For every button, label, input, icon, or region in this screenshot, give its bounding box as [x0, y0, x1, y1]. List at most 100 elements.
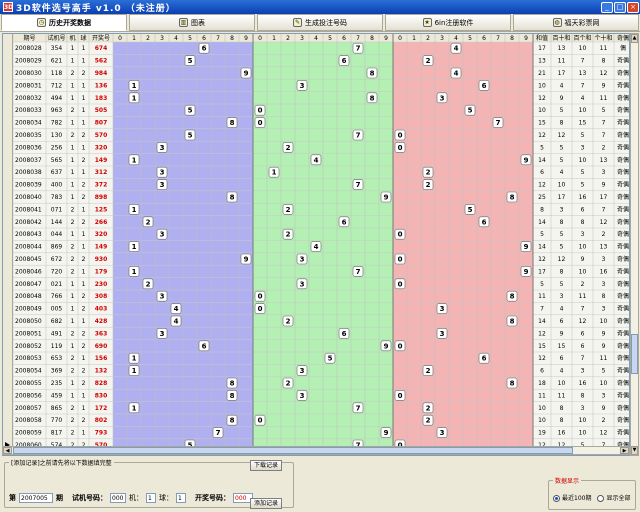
- history-grid: 期号 试机号机球开奖号 0 1 2 3 4 5 6 7 8 9 0 1 2 3 4 5 6 7 8 9 0 1 2 3 4 5 6 7 8 9…: [13, 34, 629, 452]
- toolbar: ◷ 历史开奖数据 ▥ 图表 ✎ 生成投注号码 ★ 6in注册软件 ◍ 福天彩票网: [0, 14, 640, 32]
- stat-cell: 奇偶: [617, 168, 629, 176]
- stat-cell: 奇偶: [617, 230, 629, 238]
- table-cell-m: 1: [71, 95, 75, 102]
- radio-recent-100[interactable]: 最近100期: [553, 493, 591, 502]
- table-cell-trial: 865: [51, 405, 63, 412]
- digit-header: 1: [132, 35, 136, 42]
- table-cell-num: 125: [95, 206, 108, 213]
- stat-cell: 3: [602, 256, 606, 263]
- table-cell-num: 830: [95, 392, 108, 399]
- close-button[interactable]: ×: [627, 1, 639, 13]
- stat-cell: 9: [602, 343, 606, 350]
- stat-cell: 奇偶: [617, 181, 629, 189]
- table-cell-trial: 235: [51, 380, 63, 387]
- issue-input[interactable]: [19, 493, 53, 503]
- draw-label: 开奖号码：: [195, 494, 230, 502]
- stat-cell: 3: [602, 306, 606, 313]
- stat-cell: 5: [602, 368, 606, 375]
- stat-cell: 6: [581, 206, 585, 213]
- digit-header: 8: [230, 35, 234, 42]
- table-cell-period: 2008048: [15, 293, 42, 300]
- tab-history[interactable]: ◷ 历史开奖数据: [1, 14, 127, 31]
- history-table[interactable]: 期号 试机号机球开奖号 0 1 2 3 4 5 6 7 8 9 0 1 2 3 4 5 6 7 8 9 0 1 2 3 4 5 6 7 8 9…: [2, 33, 630, 456]
- stat-cell: 12: [600, 70, 608, 77]
- column-header: 机: [69, 34, 75, 42]
- display-legend: 数据显示: [553, 476, 582, 485]
- radio-show-all[interactable]: 显示全部: [597, 493, 630, 502]
- table-cell-period: 2008041: [15, 206, 42, 213]
- stat-cell: 奇偶: [617, 69, 629, 77]
- stat-cell: 10: [538, 107, 546, 114]
- stat-cell: 奇偶: [617, 205, 629, 213]
- digit-ball-label: 2: [286, 318, 291, 326]
- digit-ball-label: 8: [370, 70, 375, 78]
- digit-ball-label: 7: [496, 119, 501, 127]
- digit-ball-label: 2: [426, 181, 431, 189]
- scroll-right-button[interactable]: ▶: [620, 447, 629, 454]
- stat-cell: 5: [581, 132, 585, 139]
- table-cell-num: 562: [95, 58, 108, 65]
- stat-cell: 5: [560, 144, 564, 151]
- horizontal-scroll-thumb[interactable]: [13, 447, 573, 454]
- table-cell-m: 2: [71, 355, 75, 362]
- stat-cell: 7: [602, 206, 606, 213]
- digit-header: 6: [482, 35, 486, 42]
- stat-cell: 14: [538, 157, 546, 164]
- column-header: 开奖号: [92, 34, 110, 42]
- digit-ball-label: 7: [356, 268, 361, 276]
- table-cell-trial: 672: [51, 256, 63, 263]
- vertical-scroll-thumb[interactable]: [631, 334, 638, 374]
- digit-ball-label: 8: [510, 194, 515, 202]
- machine-input[interactable]: [146, 493, 156, 503]
- horizontal-scrollbar[interactable]: ◀ ▶: [2, 446, 630, 455]
- table-cell-num: 428: [95, 318, 108, 325]
- stat-cell: 偶: [620, 44, 626, 52]
- stat-cell: 奇偶: [617, 292, 629, 300]
- table-cell-b: 1: [82, 169, 86, 176]
- maximize-button[interactable]: □: [614, 1, 626, 13]
- scroll-up-button[interactable]: ▲: [631, 34, 638, 43]
- digit-header: 4: [454, 35, 458, 42]
- digit-ball-label: 2: [146, 280, 151, 288]
- table-cell-period: 2008045: [15, 256, 42, 263]
- ball-input[interactable]: [176, 493, 186, 503]
- table-cell-b: 1: [82, 206, 86, 213]
- minimize-button[interactable]: _: [601, 1, 613, 13]
- tab-chart[interactable]: ▥ 图表: [129, 14, 255, 31]
- table-cell-num: 363: [95, 330, 108, 337]
- digit-ball-label: 3: [440, 94, 445, 102]
- scroll-left-button[interactable]: ◀: [3, 447, 12, 454]
- download-records-button[interactable]: 下载记录: [250, 460, 282, 471]
- scroll-down-button[interactable]: ▼: [631, 446, 638, 455]
- table-cell-period: 2008054: [15, 368, 42, 375]
- table-cell-trial: 369: [51, 368, 63, 375]
- add-record-form: 第 期 试机号码： 机： 球： 开奖号码：: [9, 493, 253, 503]
- digit-ball-label: 7: [356, 404, 361, 412]
- radio-all-indicator: [597, 495, 605, 502]
- tab-register[interactable]: ★ 6in注册软件: [385, 14, 511, 31]
- stat-cell: 14: [538, 219, 546, 226]
- table-cell-num: 505: [95, 107, 108, 114]
- trial-label: 试机号码：: [72, 494, 107, 502]
- add-record-button[interactable]: 添加记录: [250, 498, 282, 509]
- table-cell-trial: 021: [51, 281, 63, 288]
- stat-cell: 12: [558, 256, 566, 263]
- table-cell-m: 2: [71, 256, 75, 263]
- digit-ball-label: 3: [160, 169, 165, 177]
- digit-ball-label: 0: [258, 119, 263, 127]
- table-cell-b: 1: [82, 281, 86, 288]
- stat-cell: 6: [560, 355, 564, 362]
- tab-generate[interactable]: ✎ 生成投注号码: [257, 14, 383, 31]
- vertical-scrollbar[interactable]: ▲ ▼: [630, 33, 639, 456]
- digit-header: 2: [286, 35, 290, 42]
- stat-cell: 16: [579, 194, 587, 201]
- stat-cell: 7: [602, 120, 606, 127]
- digit-ball-label: 1: [132, 367, 137, 375]
- stat-cell: 8: [560, 417, 564, 424]
- table-cell-b: 2: [82, 194, 86, 201]
- table-cell-m: 1: [71, 45, 75, 52]
- trial-input[interactable]: [110, 493, 126, 503]
- tab-website[interactable]: ◍ 福天彩票网: [513, 14, 639, 31]
- tab-website-label: 福天彩票网: [564, 18, 600, 27]
- stat-cell: 奇偶: [617, 243, 629, 251]
